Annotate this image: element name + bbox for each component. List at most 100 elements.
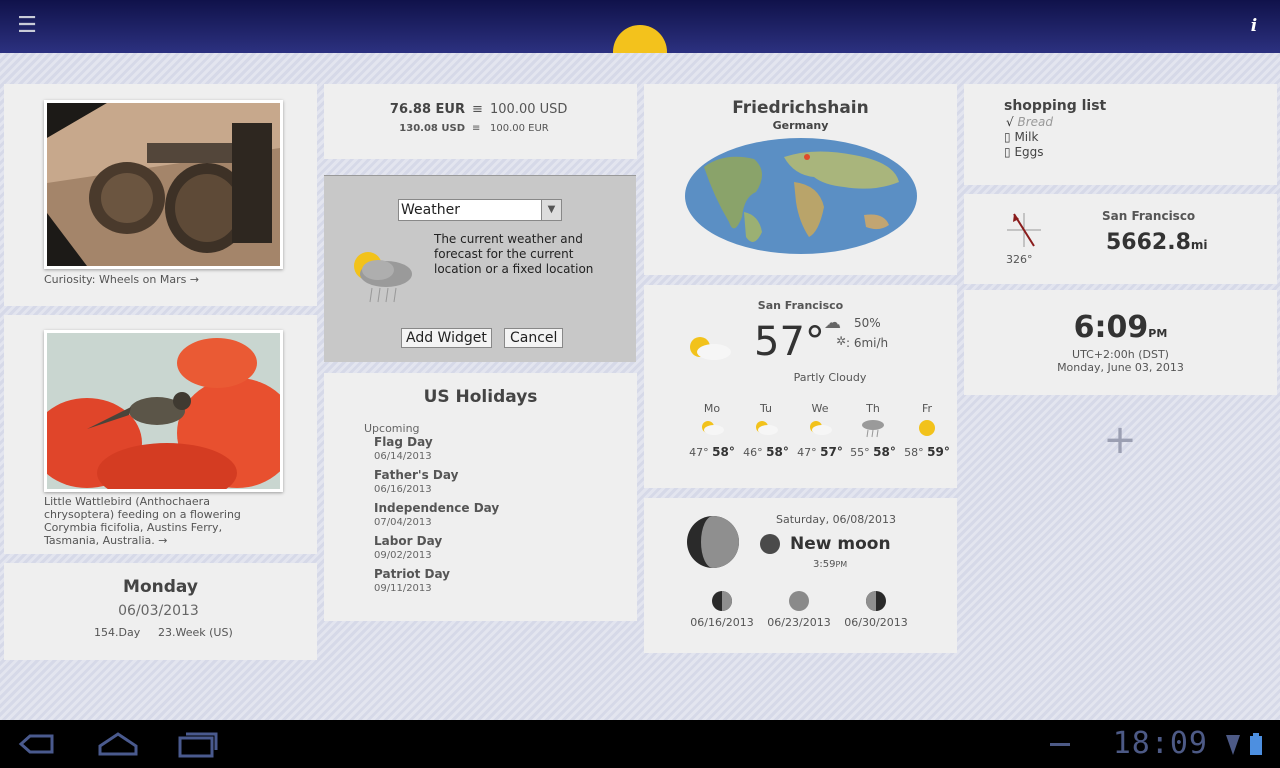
- weather-city: San Francisco: [757, 299, 844, 312]
- forecast-day[interactable]: Th 55° 58°: [849, 402, 897, 472]
- holiday-name: Flag Day: [374, 435, 433, 449]
- moon-upcoming[interactable]: 06/16/2013: [688, 590, 756, 629]
- forecast-high: 58°: [712, 445, 735, 459]
- forecast-day[interactable]: Tu 46° 58°: [742, 402, 790, 472]
- recent-apps-button[interactable]: [176, 728, 220, 760]
- item-label: Milk: [1014, 130, 1039, 144]
- widget-type-select[interactable]: Weather ▼: [398, 199, 562, 221]
- back-button[interactable]: [16, 728, 60, 760]
- moon-date: Saturday, 06/08/2013: [776, 513, 896, 526]
- status-clock: 18:09: [1112, 726, 1208, 761]
- checkbox-icon[interactable]: ▯: [1004, 145, 1011, 159]
- home-icon: [98, 732, 138, 756]
- photo-frame[interactable]: [32, 330, 297, 503]
- holiday-list: Flag Day 06/14/2013 Father's Day 06/16/2…: [374, 435, 624, 600]
- distance-number: 5662.8: [1106, 230, 1191, 255]
- moon-icon: [687, 516, 739, 568]
- clock-time: 6:09PM: [964, 310, 1277, 345]
- compass-bearing: 326°: [1006, 253, 1033, 266]
- item-label: Eggs: [1014, 145, 1044, 159]
- moon-upcoming[interactable]: 06/30/2013: [842, 590, 910, 629]
- chevron-down-icon[interactable]: ▼: [541, 200, 561, 220]
- moon-upcoming[interactable]: 06/23/2013: [765, 590, 833, 629]
- forecast-day[interactable]: Mo 47° 58°: [688, 402, 736, 472]
- holiday-date: 07/04/2013: [374, 517, 432, 528]
- holiday-name: Father's Day: [374, 468, 459, 482]
- wind: : 6mi/h: [846, 336, 889, 350]
- weather-widget[interactable]: San Francisco 57° ☁ 50% ✲ : 6mi/h Partly…: [644, 285, 957, 488]
- shopping-list-widget[interactable]: shopping list √ Bread ▯ Milk ▯ Eggs: [964, 84, 1277, 185]
- forecast-high: 59°: [927, 445, 950, 459]
- equivalent-symbol: ≡: [472, 102, 483, 117]
- forecast-low: 55°: [850, 446, 870, 459]
- cloud-icon: ☁: [824, 313, 841, 333]
- list-item[interactable]: √ Bread: [1006, 115, 1053, 129]
- list-item[interactable]: ▯ Eggs: [1004, 145, 1044, 159]
- minus-icon: [1050, 743, 1070, 746]
- full-moon-icon: [789, 591, 809, 611]
- add-widget-plus-button[interactable]: +: [1100, 418, 1140, 462]
- photo-widget-mars[interactable]: Curiosity: Wheels on Mars →: [4, 84, 317, 306]
- compass-icon: [1007, 213, 1041, 247]
- photo-widget-bird[interactable]: Little Wattlebird (Anthochaera chrysopte…: [4, 315, 317, 554]
- info-icon[interactable]: i: [1244, 16, 1264, 36]
- forecast-day-label: Th: [866, 402, 880, 415]
- menu-icon[interactable]: ☰: [16, 14, 38, 38]
- forecast-high: 58°: [766, 445, 789, 459]
- photo-caption[interactable]: Curiosity: Wheels on Mars →: [44, 273, 304, 286]
- distance-widget[interactable]: 326° San Francisco 5662.8mi: [964, 194, 1277, 284]
- currency-widget[interactable]: 76.88 EUR ≡ 100.00 USD 130.08 USD ≡ 100.…: [324, 84, 637, 159]
- list-item[interactable]: Father's Day 06/16/2013: [374, 468, 624, 501]
- wattlebird-photo: [32, 333, 297, 503]
- forecast-day-label: Mo: [703, 402, 721, 415]
- forecast-low: 46°: [743, 446, 763, 459]
- list-item[interactable]: Patriot Day 09/11/2013: [374, 567, 624, 600]
- sunny-icon: [919, 420, 935, 436]
- list-item[interactable]: Labor Day 09/02/2013: [374, 534, 624, 567]
- distance-city: San Francisco: [1102, 209, 1196, 223]
- sun-icon[interactable]: [613, 25, 667, 53]
- wind-icon: ✲: [836, 334, 847, 348]
- date-widget[interactable]: Monday 06/03/2013 154.Day 23.Week (US): [4, 563, 317, 660]
- photo-caption[interactable]: Little Wattlebird (Anthochaera chrysopte…: [44, 495, 274, 547]
- current-temperature: 57°: [754, 319, 825, 365]
- clock-widget[interactable]: 6:09PM UTC+2:00h (DST) Monday, June 03, …: [964, 290, 1277, 395]
- moon-upcoming-date: 06/16/2013: [690, 616, 754, 629]
- holiday-date: 09/02/2013: [374, 550, 432, 561]
- list-item[interactable]: Flag Day 06/14/2013: [374, 435, 624, 468]
- shopping-title: shopping list: [1004, 98, 1107, 114]
- add-widget-button[interactable]: Add Widget: [401, 328, 492, 348]
- home-button[interactable]: [96, 728, 140, 760]
- currency-row1-right: 100.00 USD: [490, 102, 568, 117]
- forecast-day[interactable]: We 47° 57°: [796, 402, 844, 472]
- forecast-day[interactable]: Fr 58° 59°: [903, 402, 951, 472]
- partly-cloudy-icon: [810, 421, 832, 435]
- holidays-title: US Holidays: [423, 387, 538, 407]
- checkbox-checked-icon[interactable]: √: [1006, 115, 1014, 129]
- holidays-widget[interactable]: US Holidays Upcoming Flag Day 06/14/2013…: [324, 373, 637, 621]
- forecast-day-label: We: [811, 402, 829, 415]
- clock-ampm: PM: [1148, 327, 1168, 340]
- list-item[interactable]: ▯ Milk: [1004, 130, 1038, 144]
- widget-type-value: Weather: [401, 202, 460, 218]
- world-map-widget[interactable]: Friedrichshain Germany: [644, 84, 957, 275]
- checkbox-icon[interactable]: ▯: [1004, 130, 1011, 144]
- currency-row2-right: 100.00 EUR: [490, 123, 549, 134]
- moon-time: 3:59PM: [813, 559, 847, 570]
- cancel-button[interactable]: Cancel: [504, 328, 564, 348]
- last-quarter-icon: [866, 591, 886, 611]
- new-moon-icon: [760, 534, 780, 554]
- clock-time-value: 6:09: [1073, 310, 1149, 345]
- forecast-low: 47°: [689, 446, 709, 459]
- city-name: Friedrichshain: [732, 98, 869, 118]
- weather-condition: Partly Cloudy: [793, 371, 867, 384]
- list-item[interactable]: Independence Day 07/04/2013: [374, 501, 624, 534]
- moon-phase-widget[interactable]: Saturday, 06/08/2013 New moon 3:59PM 06/…: [644, 498, 957, 653]
- forecast-low: 47°: [797, 446, 817, 459]
- holiday-name: Patriot Day: [374, 567, 451, 581]
- photo-frame[interactable]: [44, 100, 283, 269]
- navigation-bar: 18:09: [0, 720, 1280, 768]
- mars-rover-photo: [47, 103, 280, 266]
- back-icon: [18, 734, 54, 754]
- holiday-date: 06/16/2013: [374, 484, 432, 495]
